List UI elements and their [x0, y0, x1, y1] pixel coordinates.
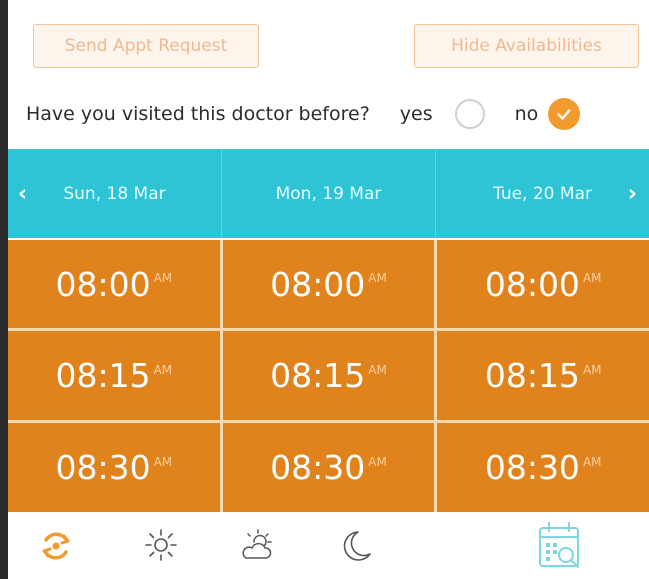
prev-arrow-icon[interactable]: ‹	[18, 181, 27, 206]
date-column-1[interactable]: ‹ Sun, 18 Mar	[8, 149, 221, 238]
visited-question-label: Have you visited this doctor before?	[26, 103, 370, 125]
date-label-1: Sun, 18 Mar	[63, 183, 166, 204]
slot-time: 08:30	[270, 448, 366, 487]
slot-ampm: AM	[368, 271, 387, 285]
slot-ampm: AM	[368, 454, 387, 469]
time-slot[interactable]: 08:15 AM	[222, 331, 435, 420]
date-column-3[interactable]: Tue, 20 Mar ›	[435, 149, 649, 238]
slot-ampm: AM	[582, 271, 602, 285]
hide-availabilities-button[interactable]: Hide Availabilities	[414, 24, 639, 68]
time-slot[interactable]: 08:00 AM	[8, 240, 220, 328]
slot-time: 08:15	[484, 356, 580, 395]
visited-before-row: Have you visited this doctor before? yes…	[26, 92, 635, 136]
all-day-icon[interactable]	[38, 528, 74, 564]
slot-time: 08:30	[484, 448, 580, 487]
slot-time: 08:00	[484, 264, 580, 304]
date-header: ‹ Sun, 18 Mar Mon, 19 Mar Tue, 20 Mar ›	[8, 149, 649, 238]
date-label-2: Mon, 19 Mar	[275, 183, 382, 204]
left-edge-divider	[0, 0, 8, 579]
no-label: no	[514, 103, 539, 125]
no-radio[interactable]	[548, 98, 581, 130]
date-column-2[interactable]: Mon, 19 Mar	[221, 149, 435, 238]
slot-time: 08:00	[270, 264, 366, 304]
send-appt-request-button[interactable]: Send Appt Request	[33, 24, 259, 68]
sun-icon[interactable]	[144, 528, 178, 562]
time-slot[interactable]: 08:15 AM	[437, 331, 649, 420]
time-slot[interactable]: 08:15 AM	[8, 331, 220, 420]
slot-ampm: AM	[368, 362, 387, 377]
time-slot[interactable]: 08:00 AM	[437, 240, 649, 328]
slot-time: 08:00	[55, 264, 151, 304]
time-slot[interactable]: 08:30 AM	[8, 423, 220, 512]
time-slot[interactable]: 08:30 AM	[437, 423, 649, 512]
slot-ampm: AM	[153, 362, 173, 377]
time-slot-grid: 08:00 AM 08:00 AM 08:00 AM 08:15 AM 08:15 AM …	[8, 240, 649, 512]
slot-ampm: AM	[582, 454, 602, 469]
partly-cloudy-icon[interactable]	[238, 528, 276, 564]
slot-ampm: AM	[582, 362, 602, 377]
slot-time: 08:30	[55, 448, 151, 487]
date-label-3: Tue, 20 Mar	[493, 183, 592, 204]
checkmark-icon	[557, 109, 571, 120]
slot-time: 08:15	[55, 356, 151, 395]
time-slot[interactable]: 08:00 AM	[222, 240, 435, 328]
time-slot[interactable]: 08:30 AM	[222, 423, 435, 512]
yes-label: yes	[399, 103, 433, 125]
slot-ampm: AM	[153, 271, 173, 285]
next-arrow-icon[interactable]: ›	[628, 181, 637, 206]
calendar-search-icon[interactable]	[536, 520, 586, 572]
bottom-filter-bar	[8, 512, 649, 579]
yes-radio[interactable]	[454, 99, 485, 129]
moon-icon[interactable]	[340, 528, 374, 564]
slot-ampm: AM	[153, 454, 173, 469]
slot-time: 08:15	[270, 356, 366, 395]
